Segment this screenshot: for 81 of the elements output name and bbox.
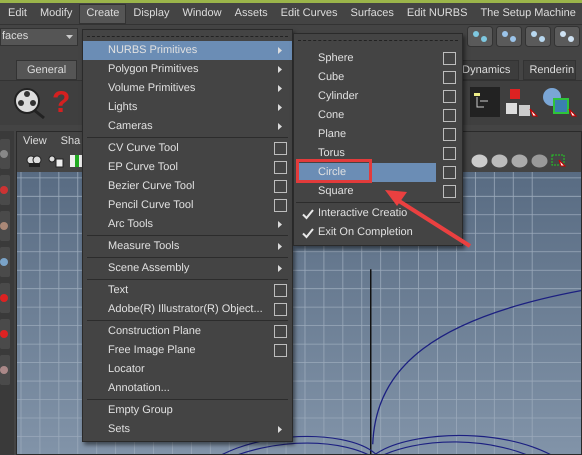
menu-item[interactable]: Measure Tools [83, 237, 292, 256]
film-reel-icon[interactable] [12, 86, 46, 120]
menu-bar-item[interactable]: Surfaces [344, 4, 400, 24]
menu-item[interactable]: Exit On Completion [318, 224, 413, 241]
menu-item[interactable]: Cone [296, 106, 436, 125]
menu-bar-item[interactable]: Window [176, 4, 228, 24]
menu-item[interactable]: Cylinder [296, 87, 436, 106]
cubes-icon[interactable] [504, 87, 538, 119]
menu-item[interactable]: Plane [296, 125, 436, 144]
option-box-icon[interactable] [274, 303, 286, 316]
menu-item[interactable]: Free Image Plane [83, 341, 292, 360]
shelf-tab[interactable]: General [16, 60, 78, 80]
menu-bar-item[interactable]: The Setup Machine [474, 4, 582, 24]
menu-item[interactable]: Text [83, 281, 292, 300]
menu-item[interactable]: Lights [83, 98, 292, 117]
option-box-icon[interactable] [443, 128, 456, 141]
menu-item[interactable]: Construction Plane [83, 322, 292, 341]
sphere-cube-icon[interactable] [542, 87, 578, 119]
camera-list-icon[interactable] [47, 154, 65, 168]
menu-item[interactable]: Arc Tools [83, 215, 292, 234]
menu-item[interactable]: Adobe(R) Illustrator(R) Object... [83, 300, 292, 319]
menu-item[interactable]: Cube [296, 68, 436, 87]
option-box-icon[interactable] [443, 109, 456, 122]
option-box-icon[interactable] [443, 90, 456, 103]
menu-item[interactable]: Sphere [296, 49, 436, 68]
menu-bar-item[interactable]: Edit [2, 4, 33, 24]
menu-bar-item[interactable]: Edit NURBS [400, 4, 474, 24]
tool-icon[interactable] [0, 247, 10, 277]
shading-sphere-icon[interactable] [511, 154, 528, 168]
dropdown-arrow-icon [66, 34, 73, 38]
option-box-icon[interactable] [443, 166, 456, 179]
option-box-icon[interactable] [443, 71, 456, 84]
option-box-icon[interactable] [274, 142, 286, 155]
menu-item[interactable]: Volume Primitives [83, 79, 292, 98]
shading-sphere-icon[interactable] [531, 154, 548, 168]
menu-bar-item[interactable]: Edit Curves [274, 4, 344, 24]
shading-sphere-icon[interactable] [491, 154, 508, 168]
toolbar-icon[interactable] [554, 26, 580, 47]
option-box-icon[interactable] [443, 185, 456, 198]
camera-icon[interactable] [25, 154, 43, 168]
option-box-icon[interactable] [274, 199, 286, 212]
menu-item[interactable]: EP Curve Tool [83, 158, 292, 177]
panel-menu-item[interactable]: Sha [60, 132, 80, 150]
menu-item[interactable]: Scene Assembly [83, 259, 292, 278]
menu-item[interactable]: Pencil Curve Tool [83, 196, 292, 215]
menu-bar-item[interactable]: Assets [228, 4, 274, 24]
option-box-icon[interactable] [274, 344, 286, 357]
tool-icon[interactable] [0, 139, 10, 169]
menu-item[interactable]: Polygon Primitives [83, 60, 292, 79]
menu-set-dropdown[interactable]: faces [0, 28, 78, 46]
toolbar-icon[interactable] [467, 26, 493, 47]
shading-sphere-icon[interactable] [471, 154, 488, 168]
option-box-icon[interactable] [274, 161, 286, 174]
menu-item[interactable]: Interactive Creatio [318, 205, 408, 222]
menu-bar-item[interactable]: Display [127, 4, 176, 24]
menu-item[interactable]: Bezier Curve Tool [83, 177, 292, 196]
selection-icon[interactable] [551, 154, 567, 168]
tool-icon[interactable] [0, 355, 10, 385]
option-box-icon[interactable] [274, 180, 286, 193]
checkmark-icon[interactable] [302, 226, 314, 238]
toolbar-icon[interactable] [525, 26, 551, 47]
option-box-icon[interactable] [274, 325, 286, 338]
option-box-icon[interactable] [443, 147, 456, 160]
tool-icon[interactable] [0, 211, 10, 241]
menu-item[interactable]: Cameras [83, 117, 292, 136]
shelf-tab[interactable]: Renderin [523, 60, 576, 80]
menu-item[interactable]: Sets [83, 420, 292, 439]
option-box-icon[interactable] [274, 284, 286, 297]
menu-item[interactable]: CV Curve Tool [83, 139, 292, 158]
menu-bar-item[interactable]: Create [79, 4, 126, 24]
checkmark-icon[interactable] [302, 208, 314, 220]
menu-item[interactable]: Annotation... [83, 379, 292, 398]
menu-bar-item[interactable]: Modify [34, 4, 78, 24]
menu-item[interactable]: Torus [296, 144, 436, 163]
menu-item[interactable]: Locator [83, 360, 292, 379]
panel-menu-item[interactable]: View [23, 132, 47, 150]
menu-item[interactable]: Square [296, 182, 436, 201]
outliner-icon[interactable] [470, 87, 500, 117]
toolbar-icon[interactable] [496, 26, 522, 47]
option-box-icon[interactable] [443, 52, 456, 65]
menu-item[interactable]: Empty Group [83, 401, 292, 420]
